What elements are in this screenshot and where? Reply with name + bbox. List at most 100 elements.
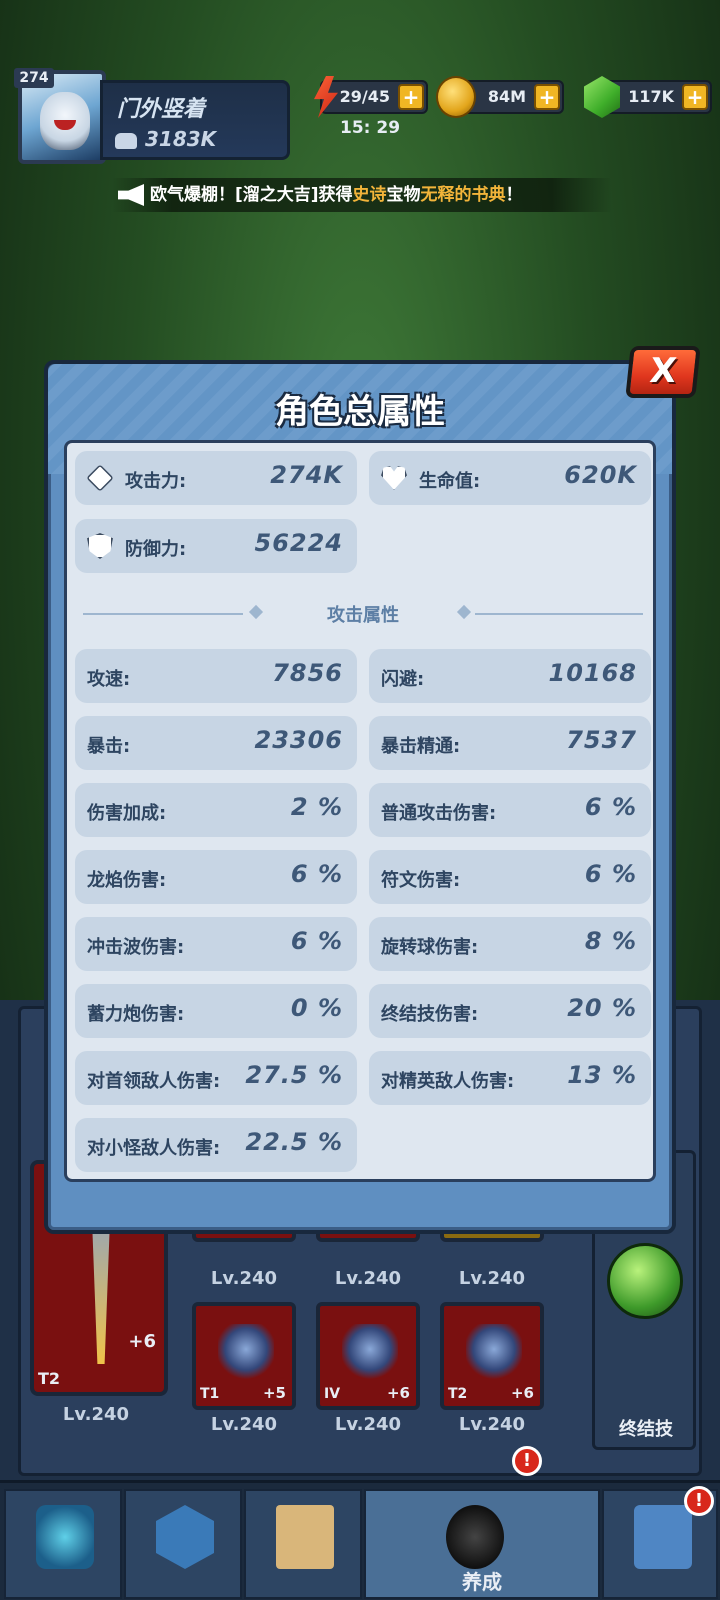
announcement-banner: 欧气爆棚！[溜之大吉]获得史诗宝物无释的书典！ xyxy=(112,178,612,212)
stat-hp: 生命值: 620K xyxy=(369,451,651,505)
stat-value: 7537 xyxy=(566,726,637,754)
shop-icon xyxy=(634,1505,692,1569)
heart-icon xyxy=(381,466,407,490)
gear-level-6: Lv.240 xyxy=(458,1414,526,1435)
hex-portal-icon xyxy=(156,1505,214,1569)
stat-label: 对小怪敌人伤害: xyxy=(87,1138,221,1159)
coin-value: 84M xyxy=(487,87,526,106)
add-gems-button[interactable]: + xyxy=(682,84,708,110)
stat-row: 对小怪敌人伤害: 22.5 % xyxy=(75,1118,357,1172)
stat-label: 冲击波伤害: xyxy=(87,937,185,958)
tab-dungeon[interactable] xyxy=(124,1489,242,1599)
stat-value: 8 % xyxy=(584,927,637,955)
tab-cultivate[interactable]: 养成 xyxy=(364,1489,600,1599)
gem-icon xyxy=(584,76,620,118)
stat-row: 龙焰伤害: 6 % xyxy=(75,850,357,904)
tab-hero[interactable] xyxy=(4,1489,122,1599)
gear-slot-4[interactable]: T1 +5 xyxy=(192,1302,296,1410)
stat-value: 27.5 % xyxy=(245,1061,343,1089)
energy-counter: 29/45 + xyxy=(314,76,428,118)
necklace-icon xyxy=(466,1324,522,1380)
stat-value: 10168 xyxy=(548,659,637,687)
stat-value: 6 % xyxy=(584,860,637,888)
treasure-map-icon xyxy=(276,1505,334,1569)
stat-value: 6 % xyxy=(290,927,343,955)
stat-value: 22.5 % xyxy=(245,1128,343,1156)
gear-level-1: Lv.240 xyxy=(210,1268,278,1289)
stat-label: 蓄力炮伤害: xyxy=(87,1004,185,1025)
stat-label: 生命值: xyxy=(419,471,481,492)
coin-icon xyxy=(436,76,476,118)
stat-label: 暴击: xyxy=(87,736,131,757)
player-level-badge: 274 xyxy=(14,68,54,88)
slot-plus: +6 xyxy=(128,1331,156,1352)
close-button[interactable]: X xyxy=(625,346,701,398)
stat-label: 普通攻击伤害: xyxy=(381,803,497,824)
power-display: 3183K xyxy=(115,127,216,151)
announce-suffix: ！ xyxy=(505,185,523,205)
stat-attack: 攻击力: 274K xyxy=(75,451,357,505)
stat-row: 旋转球伤害: 8 % xyxy=(369,917,651,971)
stat-label: 终结技伤害: xyxy=(381,1004,479,1025)
gear-level-5: Lv.240 xyxy=(334,1414,402,1435)
gear-slot-5[interactable]: IV +6 xyxy=(316,1302,420,1410)
attributes-dialog: 角色总属性 攻击力: 274K 生命值: 620K 防御力: 56224 攻击属… xyxy=(44,360,676,1234)
stat-value: 6 % xyxy=(584,793,637,821)
add-energy-button[interactable]: + xyxy=(398,84,424,110)
section-divider: 攻击属性 xyxy=(83,601,643,626)
dialog-title: 角色总属性 xyxy=(275,392,445,432)
stat-row: 伤害加成: 2 % xyxy=(75,783,357,837)
energy-timer: 15: 29 xyxy=(340,118,401,138)
stat-value: 7856 xyxy=(272,659,343,687)
crystal-icon xyxy=(36,1505,94,1569)
stat-value: 56224 xyxy=(254,529,343,557)
stat-row: 冲击波伤害: 6 % xyxy=(75,917,357,971)
stat-value: 20 % xyxy=(567,994,637,1022)
stat-label: 对精英敌人伤害: xyxy=(381,1071,515,1092)
energy-value: 29/45 xyxy=(339,87,390,106)
slot-plus: +5 xyxy=(262,1384,286,1402)
character-icon xyxy=(446,1505,504,1569)
divider-line xyxy=(475,613,643,615)
stat-label: 闪避: xyxy=(381,669,425,690)
power-value: 3183K xyxy=(145,127,217,151)
gear-slot-6[interactable]: T2 +6 xyxy=(440,1302,544,1410)
stat-label: 伤害加成: xyxy=(87,803,167,824)
stat-row: 暴击: 23306 xyxy=(75,716,357,770)
stat-row: 普通攻击伤害: 6 % xyxy=(369,783,651,837)
stat-row: 暴击精通: 7537 xyxy=(369,716,651,770)
shield-icon xyxy=(87,533,113,559)
player-name-plate[interactable]: 门外竖着 3183K xyxy=(100,80,290,160)
stat-value: 23306 xyxy=(254,726,343,754)
attributes-panel: 攻击力: 274K 生命值: 620K 防御力: 56224 攻击属性 攻速: … xyxy=(64,440,656,1182)
stat-label: 防御力: xyxy=(125,539,187,560)
gauntlet-icon xyxy=(218,1324,274,1380)
stat-row: 攻速: 7856 xyxy=(75,649,357,703)
slot-tier: T1 xyxy=(200,1386,220,1402)
gear-level-2: Lv.240 xyxy=(334,1268,402,1289)
notification-badge: ! xyxy=(512,1446,542,1476)
stat-label: 攻击力: xyxy=(125,471,187,492)
slot-tier: T2 xyxy=(448,1386,468,1402)
stat-value: 274K xyxy=(270,461,343,489)
stat-label: 符文伤害: xyxy=(381,870,461,891)
stat-value: 0 % xyxy=(290,994,343,1022)
add-coins-button[interactable]: + xyxy=(534,84,560,110)
bottom-tab-bar: 养成 xyxy=(0,1480,720,1600)
avatar-portrait xyxy=(40,92,90,150)
megaphone-icon xyxy=(118,184,144,206)
stat-row: 终结技伤害: 20 % xyxy=(369,984,651,1038)
stat-row: 对首领敌人伤害: 27.5 % xyxy=(75,1051,357,1105)
tab-map[interactable] xyxy=(244,1489,362,1599)
gem-value: 117K xyxy=(628,87,674,106)
notification-badge: ! xyxy=(684,1486,714,1516)
stat-label: 对首领敌人伤害: xyxy=(87,1071,221,1092)
slot-tier: T2 xyxy=(38,1369,61,1388)
slot-plus: +6 xyxy=(386,1384,410,1402)
sword-icon xyxy=(86,464,114,492)
stat-label: 攻速: xyxy=(87,669,131,690)
coin-counter: 84M + xyxy=(436,76,564,118)
announce-prefix: 欧气爆棚！[溜之大吉]获得 xyxy=(150,185,353,205)
gear-level-3: Lv.240 xyxy=(458,1268,526,1289)
tab-cultivate-label: 养成 xyxy=(462,1570,502,1594)
